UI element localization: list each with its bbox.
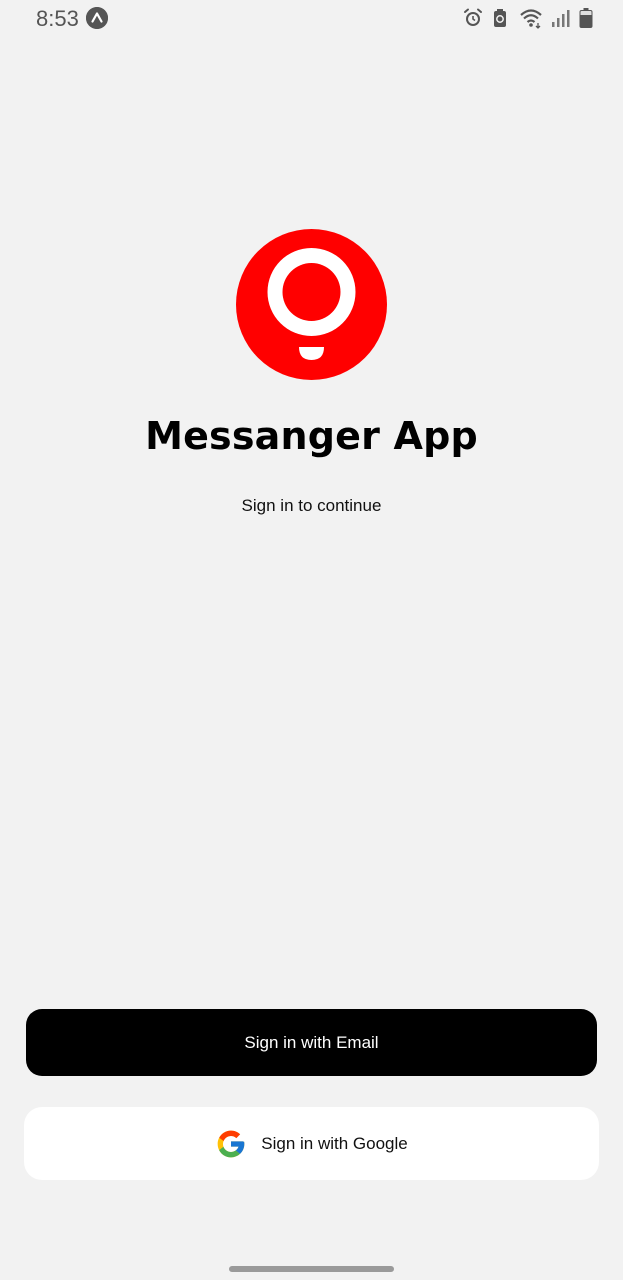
sync-icon	[491, 7, 511, 29]
sign-in-email-label: Sign in with Email	[244, 1032, 379, 1052]
signal-icon	[551, 7, 571, 29]
battery-icon	[579, 7, 593, 29]
wifi-icon	[519, 7, 543, 29]
sign-in-email-button[interactable]: Sign in with Email	[26, 1009, 597, 1076]
app-logo	[236, 229, 387, 380]
location-pin-bubble-icon	[236, 229, 387, 380]
sign-in-google-button[interactable]: Sign in with Google	[24, 1107, 599, 1180]
status-time: 8:53	[36, 6, 79, 31]
notification-app-icon	[86, 7, 108, 29]
app-title: Messanger App	[145, 414, 478, 458]
google-icon	[215, 1128, 247, 1160]
sign-in-subtitle: Sign in to continue	[241, 496, 382, 515]
home-indicator[interactable]	[229, 1266, 394, 1272]
status-icons	[463, 6, 593, 30]
alarm-icon	[463, 7, 483, 29]
status-bar: 8:53	[0, 0, 623, 36]
sign-in-google-label: Sign in with Google	[261, 1133, 408, 1153]
